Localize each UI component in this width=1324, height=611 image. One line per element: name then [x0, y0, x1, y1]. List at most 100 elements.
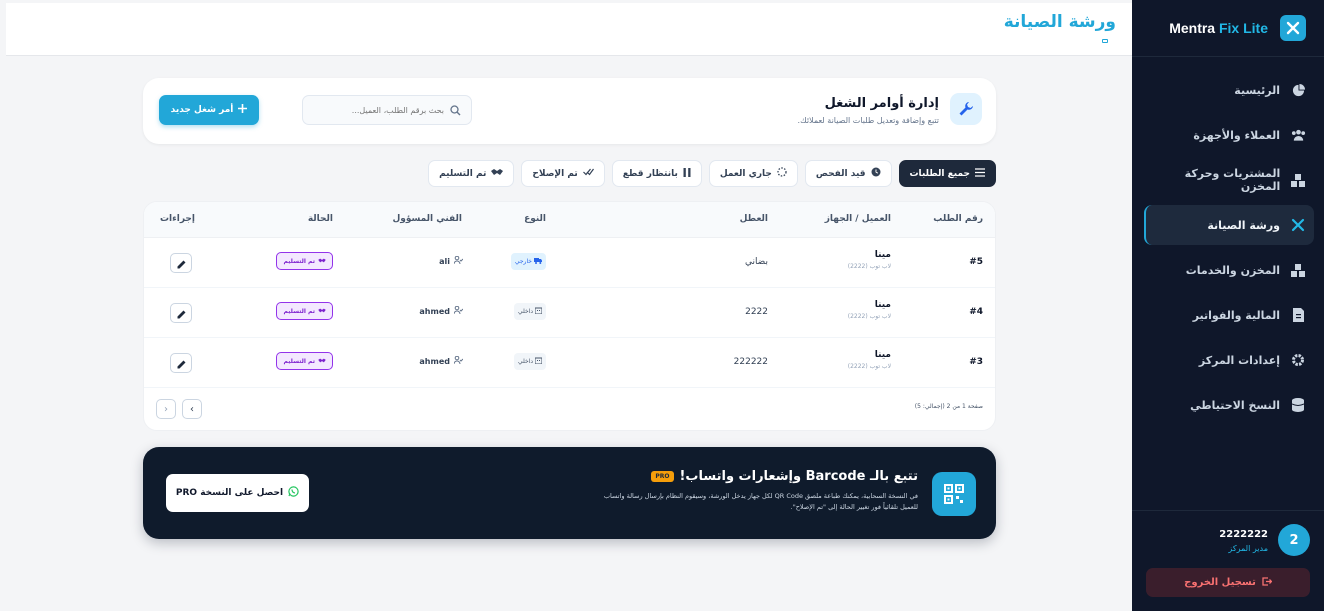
filter-repaired[interactable]: تم الإصلاح	[521, 160, 605, 187]
search-box[interactable]	[302, 95, 472, 125]
edit-button[interactable]	[170, 253, 192, 273]
warehouse-icon	[1290, 263, 1306, 277]
table-row[interactable]: #4 مينا لاب توب (2222) 2222 داخلي ahmed …	[144, 288, 995, 338]
sidebar-item-workshop[interactable]: ورشة الصيانة	[1144, 205, 1314, 245]
filter-inspection[interactable]: قيد الفحص	[804, 160, 892, 187]
sidebar-item-clients[interactable]: العملاء والأجهزة	[1144, 115, 1314, 155]
type-badge: داخلي	[513, 353, 546, 370]
sidebar-item-label: المالية والفواتير	[1192, 308, 1280, 322]
column-header-client: العميل / الجهاز	[824, 214, 891, 224]
table-row[interactable]: #3 مينا لاب توب (2222) 222222 داخلي ahme…	[144, 338, 995, 388]
filter-label: جاري العمل	[719, 168, 772, 179]
tools-icon	[1290, 218, 1306, 232]
database-icon	[1290, 398, 1306, 412]
client-cell: مينا لاب توب (2222)	[848, 250, 891, 270]
pagination: صفحة 1 من 2 (إجمالي: 5) › ‹	[144, 388, 995, 430]
double-check-icon	[582, 168, 594, 179]
status-label: تم التسليم	[283, 307, 315, 315]
title-underline-icon	[1102, 39, 1108, 43]
sidebar-item-purchases[interactable]: المشتريات وحركة المخزن	[1144, 160, 1314, 200]
status-badge: تم التسليم	[276, 252, 333, 270]
edit-button[interactable]	[170, 303, 192, 323]
pro-badge: PRO	[651, 471, 674, 482]
sidebar-item-label: المشتريات وحركة المخزن	[1184, 167, 1281, 193]
technician-name: ahmed	[419, 306, 450, 316]
device-name: لاب توب (2222)	[847, 263, 891, 270]
fault-text: 222222	[733, 357, 768, 367]
invoice-icon	[1290, 308, 1306, 322]
filter-delivered[interactable]: تم التسليم	[428, 160, 515, 187]
status-badge: تم التسليم	[276, 302, 333, 320]
pie-chart-icon	[1290, 83, 1306, 97]
user-name: 2222222	[1219, 529, 1268, 540]
logout-button[interactable]: تسجيل الخروج	[1146, 568, 1310, 597]
users-icon	[1290, 129, 1306, 141]
fault-text: بضاني	[744, 257, 768, 267]
status-label: تم التسليم	[283, 257, 315, 265]
sidebar-item-label: النسخ الاحتياطي	[1190, 398, 1280, 412]
new-work-order-button[interactable]: أمر شغل جديد	[159, 95, 259, 125]
search-input[interactable]	[313, 105, 444, 115]
handshake-icon	[318, 308, 326, 315]
previous-page-button[interactable]: ‹	[156, 399, 176, 419]
promo-title-text: تتبع بالـ Barcode وإشعارات واتساب!	[679, 469, 919, 484]
filter-all[interactable]: جميع الطلبات	[898, 160, 996, 187]
tools-logo-icon	[1280, 15, 1306, 41]
avatar[interactable]: 2	[1278, 524, 1310, 556]
sidebar-item-home[interactable]: الرئيسية	[1144, 70, 1314, 110]
pencil-icon	[177, 254, 186, 273]
chevron-left-icon: ‹	[164, 403, 168, 415]
next-page-button[interactable]: ›	[182, 399, 202, 419]
user-role: مدير المركز	[1228, 544, 1268, 553]
pencil-icon	[177, 304, 186, 323]
filter-in-progress[interactable]: جاري العمل	[708, 160, 798, 187]
section-subtitle: تتبع وإضافة وتعديل طلبات الصيانة لعملائك…	[797, 116, 939, 125]
column-header-type: النوع	[524, 214, 546, 224]
pencil-icon	[177, 354, 186, 373]
sidebar-item-label: إعدادات المركز	[1198, 353, 1280, 367]
column-header-status: الحالة	[307, 214, 333, 224]
fault-text: 2222	[745, 307, 768, 317]
promo-description: في النسخة السحابية، يمكنك طباعة ملصق QR …	[603, 492, 918, 511]
sidebar-item-warehouse[interactable]: المخزن والخدمات	[1144, 250, 1314, 290]
whatsapp-icon	[288, 486, 299, 500]
filter-waiting-parts[interactable]: بانتظار قطع	[611, 160, 702, 187]
order-id: #4	[969, 307, 983, 317]
column-header-order-id: رقم الطلب	[933, 214, 983, 224]
pagination-info: صفحة 1 من 2 (إجمالي: 5)	[914, 403, 983, 410]
plus-icon	[238, 104, 248, 116]
main-content: إدارة أوامر الشغل تتبع وإضافة وتعديل طلب…	[143, 78, 996, 539]
gear-icon	[1290, 353, 1306, 367]
filter-label: بانتظار قطع	[622, 168, 678, 179]
sidebar-item-label: المخزن والخدمات	[1185, 263, 1280, 277]
sidebar-item-backup[interactable]: النسخ الاحتياطي	[1144, 385, 1314, 425]
list-icon	[975, 167, 985, 180]
technician-name: ahmed	[419, 356, 450, 366]
technician-cell: ahmed	[419, 305, 464, 316]
device-name: لاب توب (2222)	[847, 313, 891, 320]
get-pro-button[interactable]: احصل على النسخة PRO	[166, 474, 309, 512]
spinner-icon	[777, 167, 787, 180]
sidebar-item-finance[interactable]: المالية والفواتير	[1144, 295, 1314, 335]
handshake-icon	[318, 358, 326, 365]
sidebar-item-settings[interactable]: إعدادات المركز	[1144, 340, 1314, 380]
filter-label: تم التسليم	[439, 168, 487, 179]
sidebar-item-label: ورشة الصيانة	[1207, 218, 1280, 232]
page-title: ورشة الصيانة	[1003, 12, 1116, 32]
client-name: مينا	[874, 250, 891, 260]
top-bar: ورشة الصيانة	[6, 3, 1132, 56]
type-label: داخلي	[517, 358, 533, 365]
status-filters: جميع الطلبات قيد الفحص جاري العمل بانتظا…	[143, 160, 996, 187]
get-pro-label: احصل على النسخة PRO	[175, 488, 284, 498]
type-label: داخلي	[517, 308, 533, 315]
chevron-right-icon: ›	[190, 403, 194, 415]
boxes-icon	[1290, 173, 1306, 187]
client-name: مينا	[874, 300, 891, 310]
table-row[interactable]: #5 مينا لاب توب (2222) بضاني خارجي ali ت…	[144, 238, 995, 288]
handshake-icon	[491, 168, 504, 179]
column-header-actions: إجراءات	[160, 214, 195, 224]
user-check-icon	[453, 355, 464, 366]
edit-button[interactable]	[170, 353, 192, 373]
wrench-icon	[950, 93, 982, 125]
user-check-icon	[453, 305, 464, 316]
